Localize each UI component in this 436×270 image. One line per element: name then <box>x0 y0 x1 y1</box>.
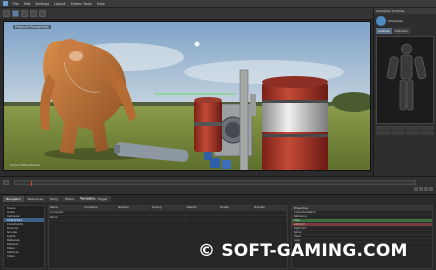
translate-tool-icon[interactable] <box>12 10 19 17</box>
3d-viewport[interactable]: Producer Perspective Scene: MotionBuilde… <box>3 21 371 171</box>
menu-layout[interactable]: Layout <box>54 2 66 6</box>
control-button[interactable] <box>376 126 390 130</box>
table-cell <box>151 211 185 215</box>
character-name: Character <box>388 19 403 23</box>
grid-body: Orangutan Barrel <box>49 211 287 221</box>
menu-bar: File Edit Settings Layout Python Tools H… <box>0 0 436 8</box>
timeline-ruler[interactable] <box>14 180 416 186</box>
watermark: © SOFT-GAMING.COM <box>198 241 408 261</box>
navigator-title: Navigator <box>80 196 95 200</box>
play-icon[interactable] <box>419 187 423 191</box>
menu-file[interactable]: File <box>13 2 19 6</box>
table-cell: Barrel <box>49 216 83 220</box>
character-figure-view[interactable] <box>376 36 434 124</box>
table-cell <box>117 211 151 215</box>
app-logo-icon <box>3 1 8 6</box>
forward-icon[interactable] <box>429 187 433 191</box>
tab-resources[interactable]: Resources <box>24 196 47 202</box>
tab-controls[interactable]: Controls <box>376 28 392 34</box>
table-cell <box>253 216 287 220</box>
metal-post <box>239 69 249 170</box>
viewport-scene <box>4 22 370 170</box>
tree-item[interactable]: Video <box>4 254 44 258</box>
transport-controls <box>414 187 433 191</box>
character-controls-panel: Character Controls Character Controls De… <box>373 8 436 176</box>
keyframe-tool-icon[interactable] <box>39 10 46 17</box>
menu-python-tools[interactable]: Python Tools <box>71 2 92 6</box>
playhead[interactable] <box>31 181 32 186</box>
table-cell <box>185 216 219 220</box>
control-button[interactable] <box>420 131 434 135</box>
rewind-icon[interactable] <box>414 187 418 191</box>
scale-tool-icon[interactable] <box>30 10 37 17</box>
tab-definition[interactable]: Definition <box>392 28 411 34</box>
character-tabs: Controls Definition <box>374 28 436 34</box>
control-button[interactable] <box>390 131 405 135</box>
table-row[interactable]: Barrel <box>49 216 287 221</box>
control-button[interactable] <box>376 131 390 135</box>
select-tool-icon[interactable] <box>3 10 10 17</box>
menu-edit[interactable]: Edit <box>24 2 31 6</box>
table-cell <box>151 216 185 220</box>
table-cell: Orangutan <box>49 211 83 215</box>
table-cell <box>83 216 117 220</box>
tab-navigator[interactable]: Navigator <box>3 196 24 202</box>
menu-help[interactable]: Help <box>97 2 105 6</box>
menu-settings[interactable]: Settings <box>35 2 49 6</box>
control-button[interactable] <box>420 126 434 130</box>
character-header: Character <box>374 14 436 28</box>
control-button[interactable] <box>390 126 405 130</box>
control-button[interactable] <box>405 131 420 135</box>
character-avatar-icon[interactable] <box>376 16 386 26</box>
table-cell <box>253 211 287 215</box>
tab-story[interactable]: Story <box>47 196 61 202</box>
barrel-striped-right <box>262 76 328 170</box>
scene-footer-text: Scene: MotionBuilder <box>10 163 40 167</box>
table-cell <box>185 211 219 215</box>
table-cell <box>83 211 117 215</box>
table-cell <box>219 216 253 220</box>
tab-filters[interactable]: Filters <box>61 196 77 202</box>
properties-list: Characterization Reference Hips Left Arm Rig… <box>292 211 432 243</box>
camera-label[interactable]: Producer Perspective <box>13 25 51 29</box>
table-cell <box>219 211 253 215</box>
control-button[interactable] <box>405 126 420 130</box>
barrel-red-left <box>194 97 222 152</box>
table-cell <box>117 216 151 220</box>
character-control-buttons <box>376 126 434 135</box>
timeline <box>0 176 436 194</box>
timeline-menu-icon[interactable] <box>3 180 9 185</box>
rotate-tool-icon[interactable] <box>21 10 28 17</box>
scene-tree: Scene Audio Cameras Characters Constraints De… <box>3 205 45 269</box>
stop-icon[interactable] <box>424 187 428 191</box>
humanoid-figure-icon <box>386 43 427 111</box>
toolbar <box>0 8 436 20</box>
